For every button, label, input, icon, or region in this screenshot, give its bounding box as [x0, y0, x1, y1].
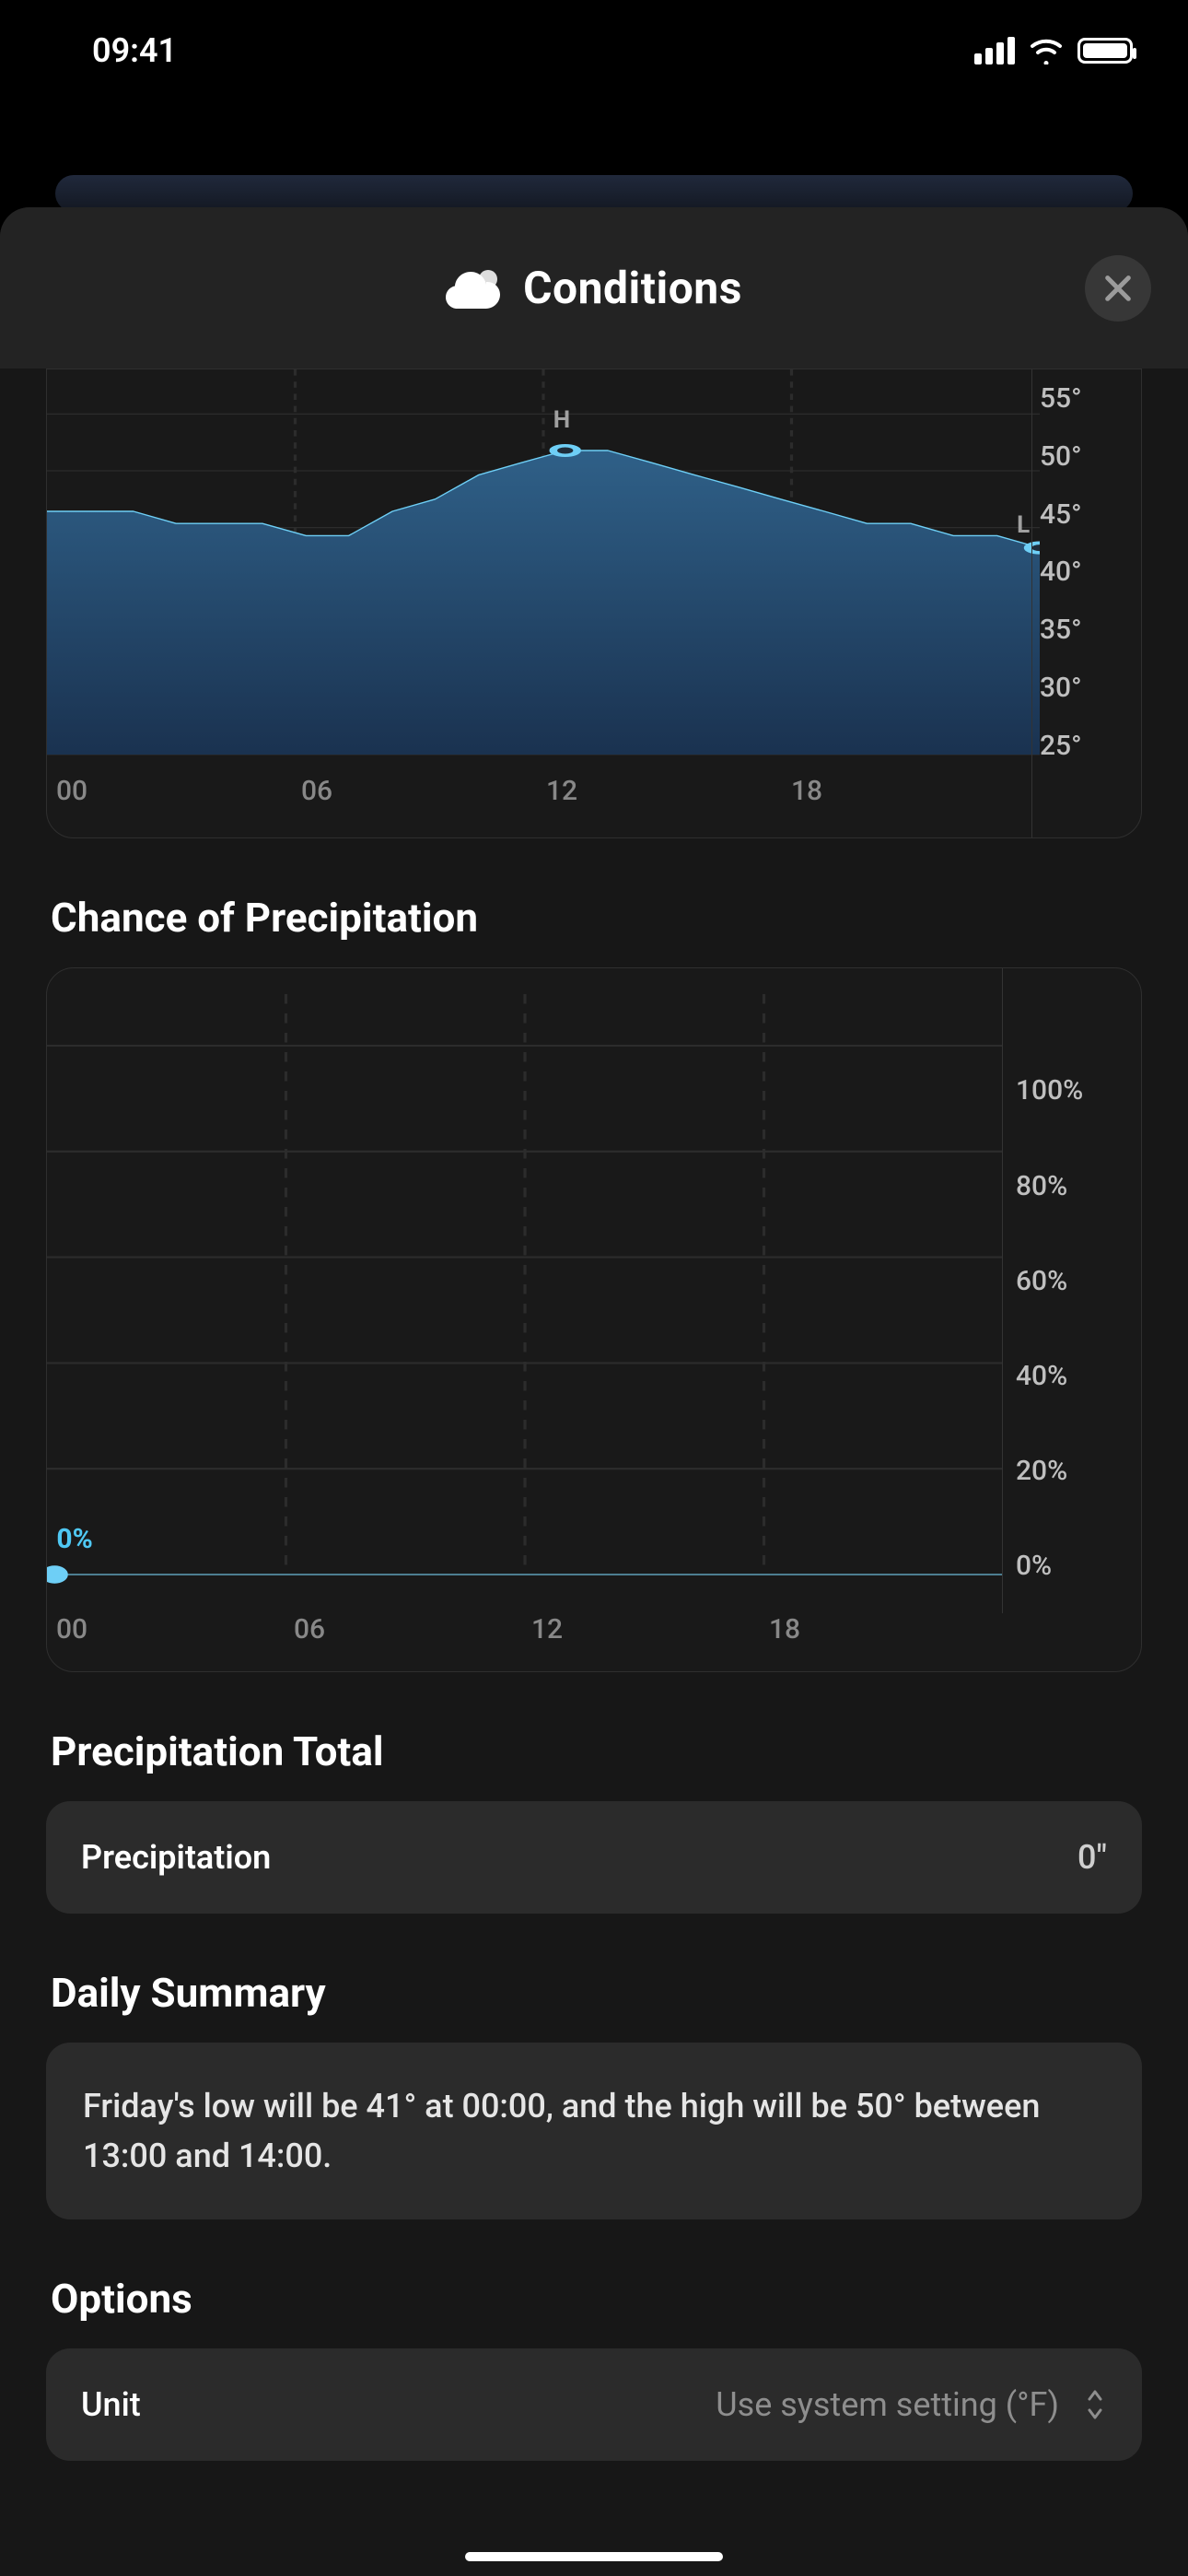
precip-total-label: Precipitation [81, 1838, 271, 1877]
precip-current-label: 0% [56, 1523, 92, 1555]
sheet-header: Conditions [0, 207, 1188, 369]
battery-icon [1077, 38, 1133, 64]
section-title-precip-total: Precipitation Total [51, 1727, 1137, 1775]
y-tick: 50° [1040, 427, 1141, 486]
high-marker-label: H [553, 406, 570, 434]
cellular-signal-icon [974, 37, 1015, 64]
conditions-sheet: Conditions [0, 207, 1188, 2576]
chevron-up-down-icon [1083, 2386, 1107, 2423]
section-title-daily-summary: Daily Summary [51, 1969, 1137, 2017]
x-tick: 18 [765, 1613, 1003, 1645]
y-tick: 20% [1003, 1423, 1141, 1518]
precipitation-x-axis: 00 06 12 18 [47, 1613, 1003, 1672]
precip-total-value: 0" [1077, 1838, 1107, 1877]
y-tick: 0% [1003, 1518, 1141, 1613]
status-bar: 09:41 [0, 0, 1188, 101]
section-title-precip-chance: Chance of Precipitation [51, 894, 1137, 942]
x-tick: 18 [787, 775, 1032, 807]
cloud-icon [446, 266, 501, 310]
low-marker-label: L [1017, 511, 1030, 539]
status-indicators [974, 37, 1133, 64]
y-tick: 60% [1003, 1234, 1141, 1329]
temperature-y-axis: 55° 50° 45° 40° 35° 30° 25° [1040, 369, 1141, 775]
precipitation-total-row[interactable]: Precipitation 0" [46, 1801, 1142, 1914]
temperature-x-axis: 00 06 12 18 [47, 775, 1032, 835]
status-time: 09:41 [92, 31, 177, 70]
x-tick: 06 [290, 1613, 528, 1645]
x-tick: 12 [542, 775, 787, 807]
x-tick: 06 [297, 775, 542, 807]
home-indicator[interactable] [465, 2552, 723, 2561]
x-tick: 00 [52, 1613, 290, 1645]
y-tick: 55° [1040, 369, 1141, 427]
y-tick: 35° [1040, 601, 1141, 659]
y-tick: 100% [1003, 1043, 1141, 1138]
section-title-options: Options [51, 2275, 1137, 2323]
close-icon [1102, 273, 1134, 304]
unit-value: Use system setting (°F) [716, 2385, 1059, 2424]
daily-summary-text: Friday's low will be 41° at 00:00, and t… [83, 2081, 1105, 2181]
temperature-chart[interactable]: H L 55° 50° 45° 40° 35° 30° 25° 00 06 [46, 369, 1142, 838]
precipitation-y-axis: 100% 80% 60% 40% 20% 0% [1003, 968, 1141, 1613]
y-tick: 30° [1040, 659, 1141, 717]
page-title: Conditions [523, 262, 742, 314]
background-card [55, 175, 1133, 212]
x-tick: 12 [528, 1613, 765, 1645]
y-tick: 45° [1040, 486, 1141, 544]
y-tick: 80% [1003, 1138, 1141, 1233]
wifi-icon [1028, 37, 1065, 64]
y-tick: 40° [1040, 544, 1141, 602]
close-button[interactable] [1085, 255, 1151, 322]
precipitation-chance-chart[interactable]: 0% 100% 80% 60% 40% 20% 0% 00 06 12 [46, 967, 1142, 1672]
y-tick: 40% [1003, 1329, 1141, 1423]
daily-summary-card: Friday's low will be 41° at 00:00, and t… [46, 2043, 1142, 2219]
unit-option-row[interactable]: Unit Use system setting (°F) [46, 2348, 1142, 2461]
y-tick: 25° [1040, 717, 1141, 775]
unit-label: Unit [81, 2385, 141, 2424]
x-tick: 00 [52, 775, 297, 807]
